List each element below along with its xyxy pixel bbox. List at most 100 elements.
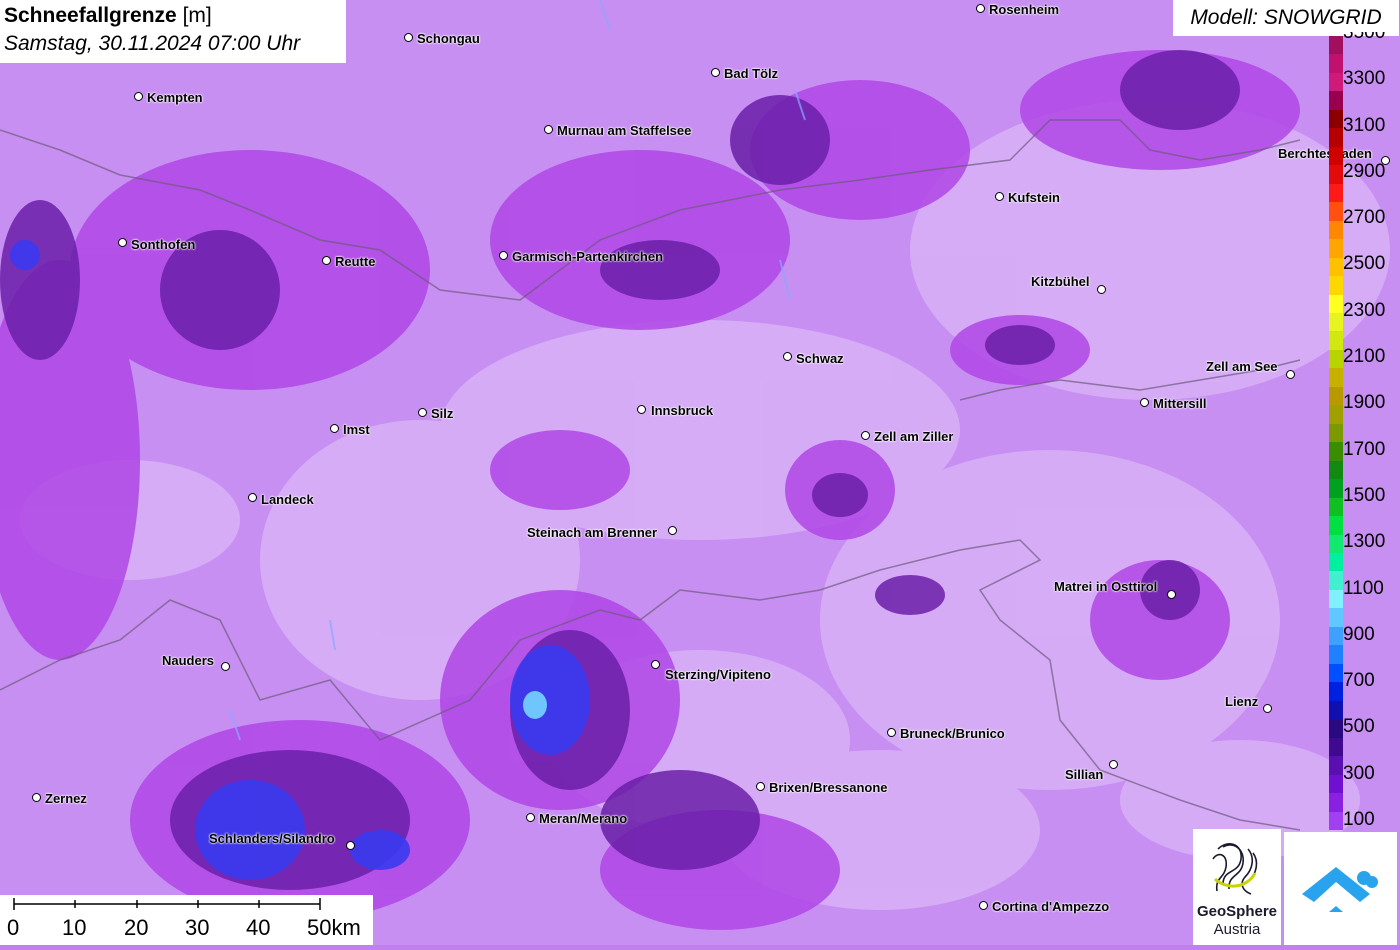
place-label: Innsbruck <box>651 403 714 418</box>
place-marker <box>976 4 985 13</box>
legend-swatch <box>1329 331 1343 351</box>
scale-bar: 0 10 20 30 40 50km <box>0 895 373 945</box>
legend-label: 1900 <box>1343 392 1386 413</box>
legend-swatch <box>1329 183 1343 203</box>
legend-swatch <box>1329 368 1343 388</box>
place-marker <box>861 431 870 440</box>
place-marker <box>221 662 230 671</box>
scale-tick: 30 <box>185 915 210 940</box>
legend-swatch <box>1329 497 1343 517</box>
legend-swatch <box>1329 774 1343 794</box>
place-label: Nauders <box>162 653 215 668</box>
place-marker <box>887 728 896 737</box>
legend-swatch <box>1329 682 1343 702</box>
legend-label: 300 <box>1343 763 1375 784</box>
place-marker <box>1140 398 1149 407</box>
legend-swatch <box>1329 146 1343 166</box>
place-label: Schongau <box>417 31 480 46</box>
legend-label: 100 <box>1343 809 1375 830</box>
legend-label: 2300 <box>1343 300 1386 321</box>
place-marker <box>418 408 427 417</box>
map-datetime: Samstag, 30.11.2024 07:00 Uhr <box>4 32 301 55</box>
legend-swatch <box>1329 276 1343 295</box>
legend-swatch <box>1329 202 1343 222</box>
legend-swatch <box>1329 534 1343 554</box>
legend-swatch <box>1329 626 1343 646</box>
place-label: Kitzbühel <box>1031 274 1090 289</box>
place-marker <box>711 68 720 77</box>
scale-tick: 40 <box>246 915 271 940</box>
place-label: Reutte <box>335 254 376 269</box>
legend-swatch <box>1329 109 1343 129</box>
scale-tick: 20 <box>124 915 149 940</box>
legend-label: 1300 <box>1343 531 1386 552</box>
place-label: Schwaz <box>796 351 844 366</box>
legend-swatch <box>1329 312 1343 332</box>
place-label: Garmisch-Partenkirchen <box>512 249 664 264</box>
place-label: Sterzing/Vipiteno <box>665 667 771 682</box>
place-label: Matrei in Osttirol <box>1054 579 1158 594</box>
place-marker <box>1286 370 1295 379</box>
legend-swatch <box>1329 91 1343 111</box>
place-label: Murnau am Staffelsee <box>557 123 692 138</box>
place-marker <box>979 901 988 910</box>
place-marker <box>668 526 677 535</box>
legend-swatch <box>1329 220 1343 240</box>
snowfall-map <box>0 0 1400 945</box>
place-label: Silz <box>431 406 454 421</box>
legend-swatch <box>1329 663 1343 683</box>
legend-label: 1100 <box>1343 578 1384 599</box>
place-marker <box>248 493 257 502</box>
legend-swatch <box>1329 460 1343 480</box>
place-label: Rosenheim <box>989 2 1060 17</box>
place-label: Zell am Ziller <box>874 429 954 444</box>
legend-swatch <box>1329 719 1343 739</box>
map-title-box: Schneefallgrenze [m] Samstag, 30.11.2024… <box>0 0 346 63</box>
place-marker <box>404 33 413 42</box>
legend-label: 500 <box>1343 716 1375 737</box>
place-marker <box>526 813 535 822</box>
place-label: Kempten <box>147 90 203 105</box>
map-title: Schneefallgrenze <box>4 4 177 27</box>
place-label: Steinach am Brenner <box>527 525 658 540</box>
place-label: Zell am See <box>1206 359 1278 374</box>
legend-label: 1700 <box>1343 439 1386 460</box>
legend-swatch <box>1329 608 1343 628</box>
legend-swatch <box>1329 793 1343 813</box>
legend-swatch <box>1329 571 1343 591</box>
legend-colorbar <box>1329 36 1343 831</box>
legend-swatch <box>1329 239 1343 259</box>
place-label: Kufstein <box>1008 190 1060 205</box>
legend-swatch <box>1329 737 1343 757</box>
legend-swatch <box>1329 479 1343 499</box>
map-unit: [m] <box>182 4 212 27</box>
legend-label: 1500 <box>1343 485 1386 506</box>
scale-tick: 0 <box>7 915 20 940</box>
geosphere-name: GeoSphere <box>1196 903 1278 920</box>
place-label: Bad Tölz <box>724 66 779 81</box>
place-marker <box>330 424 339 433</box>
legend-swatch <box>1329 294 1343 314</box>
place-marker <box>346 841 355 850</box>
place-label: Schlanders/Silandro <box>209 831 335 846</box>
place-marker <box>1263 704 1272 713</box>
place-marker <box>783 352 792 361</box>
place-marker <box>544 125 553 134</box>
legend-swatch <box>1329 386 1343 406</box>
snowgrid-mountain-icon <box>1302 867 1378 912</box>
legend-label: 3100 <box>1343 115 1386 136</box>
place-marker <box>1097 285 1106 294</box>
legend-label: 700 <box>1343 670 1375 691</box>
scale-tick: 10 <box>62 915 87 940</box>
legend-label: 2100 <box>1343 346 1386 367</box>
legend-swatch <box>1329 700 1343 720</box>
legend-swatch <box>1329 257 1343 277</box>
legend-label: 2500 <box>1343 253 1386 274</box>
place-marker <box>32 793 41 802</box>
place-label: Imst <box>343 422 370 437</box>
legend-swatch <box>1329 553 1343 572</box>
legend-swatch <box>1329 72 1343 92</box>
place-label: Lienz <box>1225 694 1259 709</box>
place-label: Brixen/Bressanone <box>769 780 888 795</box>
legend-swatch <box>1329 128 1343 148</box>
